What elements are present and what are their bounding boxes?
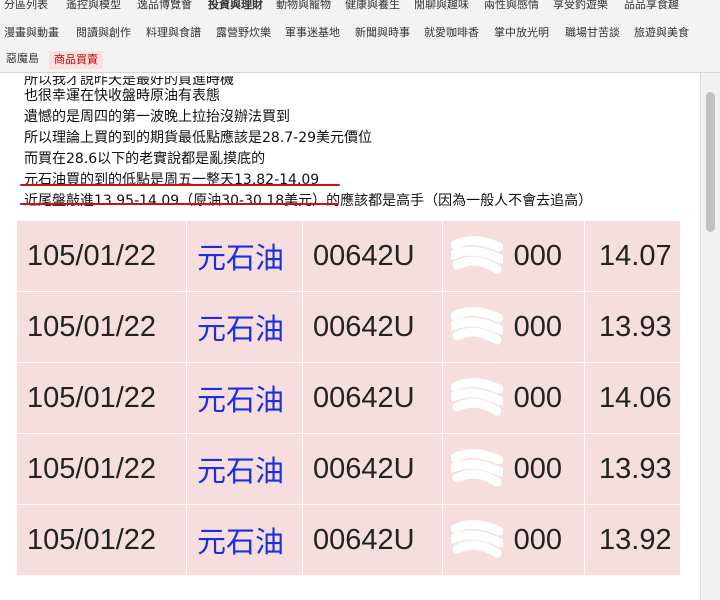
nav-link-camping[interactable]: 露營野炊樂 bbox=[216, 24, 271, 42]
nav-link-flashlight[interactable]: 掌中放光明 bbox=[494, 24, 549, 42]
scrollbar-thumb[interactable] bbox=[706, 92, 715, 232]
table-row: 105/01/22 元石油 00642U 000 14.06 bbox=[16, 362, 681, 434]
nav-link-food-fun[interactable]: 品品享食趣 bbox=[624, 0, 679, 14]
nav-link-marketplace[interactable]: 商品買賣 bbox=[49, 51, 103, 69]
stock-code: 00642U bbox=[302, 433, 443, 505]
share-amount: 000 bbox=[513, 310, 562, 343]
trade-date: 105/01/22 bbox=[16, 291, 187, 363]
share-amount-cell: 000 bbox=[442, 504, 585, 576]
redaction-scribble bbox=[451, 378, 503, 416]
nav-link-fishing[interactable]: 享受釣遊樂 bbox=[553, 0, 608, 14]
share-amount: 000 bbox=[513, 452, 562, 485]
post-line: 所以我才說昨天是最好的買進時機 bbox=[24, 76, 234, 86]
post-line: 而買在28.6以下的老實說都是亂摸底的 bbox=[24, 151, 266, 167]
nav-link-relationships[interactable]: 兩性與感情 bbox=[484, 0, 539, 14]
stock-name: 元石油 bbox=[186, 291, 303, 363]
vertical-scrollbar[interactable] bbox=[700, 72, 720, 600]
post-line-highlight-low: 元石油買的到的低點是周五一整天13.82-14.09 bbox=[24, 172, 320, 188]
stock-name: 元石油 bbox=[186, 504, 303, 576]
nav-link-health[interactable]: 健康與養生 bbox=[345, 0, 400, 14]
stock-name: 元石油 bbox=[186, 433, 303, 505]
redaction-scribble bbox=[451, 236, 503, 274]
nav-link-devil-island[interactable]: 惡魔島 bbox=[6, 50, 39, 68]
stock-code: 00642U bbox=[302, 362, 443, 434]
stock-code: 00642U bbox=[302, 504, 443, 576]
table-row: 105/01/22 元石油 00642U 000 13.93 bbox=[16, 433, 681, 505]
share-amount-cell: 000 bbox=[442, 433, 585, 505]
nav-link-travel[interactable]: 旅遊與美食 bbox=[634, 24, 689, 42]
trade-records-table: 105/01/22 元石油 00642U 000 14.07 105/01/22… bbox=[16, 220, 681, 576]
trade-date: 105/01/22 bbox=[16, 504, 187, 576]
share-amount: 000 bbox=[513, 381, 562, 414]
redaction-scribble bbox=[451, 307, 503, 345]
nav-link-coffee[interactable]: 就愛咖啡香 bbox=[424, 24, 479, 42]
post-line: 也很幸運在快收盤時原油有表態 bbox=[24, 88, 220, 104]
nav-row-2: 漫畫與動畫 閱讀與創作 料理與食譜 露營野炊樂 軍事迷基地 新聞與時事 就愛咖啡… bbox=[0, 24, 720, 44]
share-amount: 000 bbox=[513, 239, 562, 272]
post-line: 遺憾的是周四的第一波晚上拉抬沒辦法買到 bbox=[24, 109, 290, 125]
trade-price: 14.06 bbox=[584, 362, 681, 434]
stock-name: 元石油 bbox=[186, 362, 303, 434]
trade-date: 105/01/22 bbox=[16, 220, 187, 292]
table-row: 105/01/22 元石油 00642U 000 13.93 bbox=[16, 291, 681, 363]
post-line: 所以理論上買的到的期貨最低點應該是28.7-29美元價位 bbox=[24, 130, 373, 146]
nav-link-investing[interactable]: 投資與理財 bbox=[208, 0, 263, 14]
redaction-scribble bbox=[451, 520, 503, 558]
nav-link-chat[interactable]: 閒聊與趣味 bbox=[414, 0, 469, 14]
stock-name: 元石油 bbox=[186, 220, 303, 292]
nav-link-workplace[interactable]: 職場甘苦談 bbox=[565, 24, 620, 42]
nav-link-rc-models[interactable]: 遙控與模型 bbox=[66, 0, 121, 14]
trade-price: 14.07 bbox=[584, 220, 681, 292]
nav-link-news[interactable]: 新聞與時事 bbox=[355, 24, 410, 42]
redaction-scribble bbox=[451, 449, 503, 487]
trade-date: 105/01/22 bbox=[16, 433, 187, 505]
post-content: 所以我才說昨天是最好的買進時機 也很幸運在快收盤時原油有表態 遺憾的是周四的第一… bbox=[0, 72, 700, 600]
nav-link-comics[interactable]: 漫畫與動畫 bbox=[4, 24, 59, 42]
share-amount: 000 bbox=[513, 523, 562, 556]
stock-code: 00642U bbox=[302, 291, 443, 363]
nav-link-reading[interactable]: 閱讀與創作 bbox=[76, 24, 131, 42]
nav-link-pets[interactable]: 動物與寵物 bbox=[276, 0, 331, 14]
trade-price: 13.92 bbox=[584, 504, 681, 576]
nav-row-1: 分區列表 遙控與模型 逸品博覽會 投資與理財 動物與寵物 健康與養生 閒聊與趣味… bbox=[0, 0, 720, 16]
nav-link-board-list[interactable]: 分區列表 bbox=[4, 0, 48, 14]
post-text: 所以我才說昨天是最好的買進時機 也很幸運在快收盤時原油有表態 遺憾的是周四的第一… bbox=[24, 76, 684, 212]
forum-nav-bar: 分區列表 遙控與模型 逸品博覽會 投資與理財 動物與寵物 健康與養生 閒聊與趣味… bbox=[0, 0, 720, 73]
share-amount-cell: 000 bbox=[442, 220, 585, 292]
nav-row-3: 惡魔島 商品買賣 bbox=[0, 50, 720, 70]
table-row: 105/01/22 元石油 00642U 000 14.07 bbox=[16, 220, 681, 292]
stock-code: 00642U bbox=[302, 220, 443, 292]
nav-link-recipes[interactable]: 料理與食譜 bbox=[146, 24, 201, 42]
trade-date: 105/01/22 bbox=[16, 362, 187, 434]
trade-price: 13.93 bbox=[584, 433, 681, 505]
nav-link-military[interactable]: 軍事迷基地 bbox=[285, 24, 340, 42]
trade-price: 13.93 bbox=[584, 291, 681, 363]
post-line-highlight-close: 近尾盤敲進13.95-14.09（原油30-30.18美元）的應該都是高手（因為… bbox=[24, 193, 593, 209]
share-amount-cell: 000 bbox=[442, 362, 585, 434]
nav-link-expo[interactable]: 逸品博覽會 bbox=[137, 0, 192, 14]
table-row: 105/01/22 元石油 00642U 000 13.92 bbox=[16, 504, 681, 576]
red-underline-mark bbox=[20, 184, 340, 186]
share-amount-cell: 000 bbox=[442, 291, 585, 363]
red-underline-mark bbox=[20, 203, 338, 205]
